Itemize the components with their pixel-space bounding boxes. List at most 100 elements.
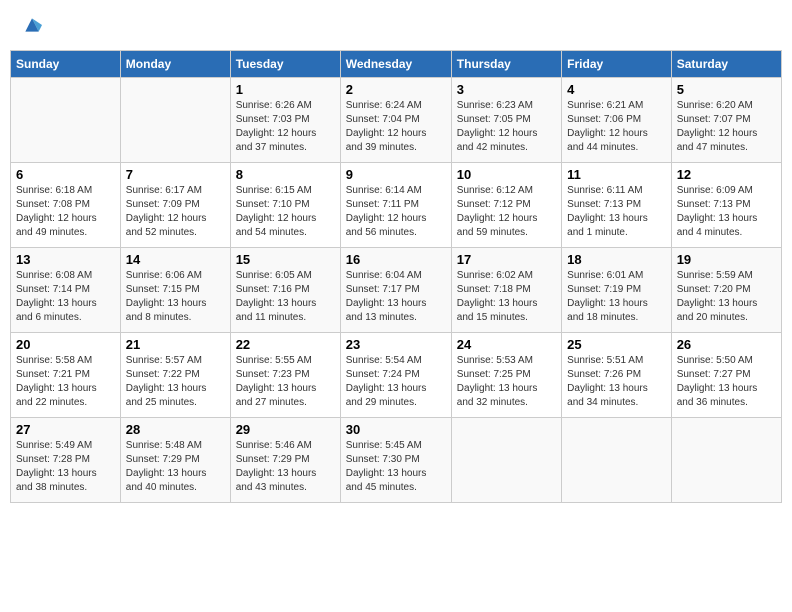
day-number: 21 (126, 337, 225, 352)
day-number: 29 (236, 422, 335, 437)
day-number: 12 (677, 167, 776, 182)
calendar-cell: 6 Sunrise: 6:18 AM Sunset: 7:08 PM Daylig… (11, 163, 121, 248)
day-info: Sunrise: 5:51 AM Sunset: 7:26 PM Dayligh… (567, 354, 666, 410)
calendar-cell: 2 Sunrise: 6:24 AM Sunset: 7:04 PM Daylig… (340, 78, 451, 163)
calendar-cell: 20 Sunrise: 5:58 AM Sunset: 7:21 PM Dayli… (11, 333, 121, 418)
day-info: Sunrise: 6:04 AM Sunset: 7:17 PM Dayligh… (346, 269, 446, 325)
calendar-cell: 15 Sunrise: 6:05 AM Sunset: 7:16 PM Dayli… (230, 248, 340, 333)
day-number: 16 (346, 252, 446, 267)
day-info: Sunrise: 6:06 AM Sunset: 7:15 PM Dayligh… (126, 269, 225, 325)
day-number: 3 (457, 82, 556, 97)
calendar-cell: 27 Sunrise: 5:49 AM Sunset: 7:28 PM Dayli… (11, 418, 121, 503)
calendar-cell: 23 Sunrise: 5:54 AM Sunset: 7:24 PM Dayli… (340, 333, 451, 418)
day-info: Sunrise: 5:53 AM Sunset: 7:25 PM Dayligh… (457, 354, 556, 410)
day-number: 25 (567, 337, 666, 352)
calendar-cell: 18 Sunrise: 6:01 AM Sunset: 7:19 PM Dayli… (562, 248, 672, 333)
day-number: 4 (567, 82, 666, 97)
day-info: Sunrise: 6:12 AM Sunset: 7:12 PM Dayligh… (457, 184, 556, 240)
calendar-cell: 24 Sunrise: 5:53 AM Sunset: 7:25 PM Dayli… (451, 333, 561, 418)
calendar-cell: 26 Sunrise: 5:50 AM Sunset: 7:27 PM Dayli… (671, 333, 781, 418)
day-info: Sunrise: 5:46 AM Sunset: 7:29 PM Dayligh… (236, 439, 335, 495)
day-number: 27 (16, 422, 115, 437)
day-info: Sunrise: 6:21 AM Sunset: 7:06 PM Dayligh… (567, 99, 666, 155)
calendar-cell (451, 418, 561, 503)
day-info: Sunrise: 6:02 AM Sunset: 7:18 PM Dayligh… (457, 269, 556, 325)
day-number: 15 (236, 252, 335, 267)
day-number: 13 (16, 252, 115, 267)
day-info: Sunrise: 6:05 AM Sunset: 7:16 PM Dayligh… (236, 269, 335, 325)
day-number: 5 (677, 82, 776, 97)
calendar-cell: 25 Sunrise: 5:51 AM Sunset: 7:26 PM Dayli… (562, 333, 672, 418)
day-info: Sunrise: 5:54 AM Sunset: 7:24 PM Dayligh… (346, 354, 446, 410)
day-number: 14 (126, 252, 225, 267)
calendar-cell: 8 Sunrise: 6:15 AM Sunset: 7:10 PM Daylig… (230, 163, 340, 248)
calendar-cell: 28 Sunrise: 5:48 AM Sunset: 7:29 PM Dayli… (120, 418, 230, 503)
day-number: 7 (126, 167, 225, 182)
day-info: Sunrise: 6:24 AM Sunset: 7:04 PM Dayligh… (346, 99, 446, 155)
day-number: 11 (567, 167, 666, 182)
day-number: 28 (126, 422, 225, 437)
calendar-cell: 1Sunrise: 6:26 AM Sunset: 7:03 PM Daylig… (230, 78, 340, 163)
day-number: 23 (346, 337, 446, 352)
day-info: Sunrise: 6:11 AM Sunset: 7:13 PM Dayligh… (567, 184, 666, 240)
weekday-header-sunday: Sunday (11, 51, 121, 78)
calendar-cell: 16 Sunrise: 6:04 AM Sunset: 7:17 PM Dayli… (340, 248, 451, 333)
day-number: 17 (457, 252, 556, 267)
calendar-cell: 11 Sunrise: 6:11 AM Sunset: 7:13 PM Dayli… (562, 163, 672, 248)
day-info: Sunrise: 5:49 AM Sunset: 7:28 PM Dayligh… (16, 439, 115, 495)
calendar-cell: 14 Sunrise: 6:06 AM Sunset: 7:15 PM Dayli… (120, 248, 230, 333)
day-number: 1 (236, 82, 335, 97)
day-number: 19 (677, 252, 776, 267)
calendar-cell: 13 Sunrise: 6:08 AM Sunset: 7:14 PM Dayli… (11, 248, 121, 333)
day-info: Sunrise: 5:58 AM Sunset: 7:21 PM Dayligh… (16, 354, 115, 410)
day-info: Sunrise: 5:50 AM Sunset: 7:27 PM Dayligh… (677, 354, 776, 410)
calendar-cell: 4 Sunrise: 6:21 AM Sunset: 7:06 PM Daylig… (562, 78, 672, 163)
calendar-cell: 30 Sunrise: 5:45 AM Sunset: 7:30 PM Dayli… (340, 418, 451, 503)
day-number: 20 (16, 337, 115, 352)
calendar-cell (671, 418, 781, 503)
logo (20, 15, 42, 35)
calendar-cell: 29 Sunrise: 5:46 AM Sunset: 7:29 PM Dayli… (230, 418, 340, 503)
page-header (10, 10, 782, 40)
calendar-cell: 22 Sunrise: 5:55 AM Sunset: 7:23 PM Dayli… (230, 333, 340, 418)
logo-icon (22, 15, 42, 35)
weekday-header-tuesday: Tuesday (230, 51, 340, 78)
day-number: 26 (677, 337, 776, 352)
day-info: Sunrise: 5:59 AM Sunset: 7:20 PM Dayligh… (677, 269, 776, 325)
calendar-cell: 10 Sunrise: 6:12 AM Sunset: 7:12 PM Dayli… (451, 163, 561, 248)
day-info: Sunrise: 5:45 AM Sunset: 7:30 PM Dayligh… (346, 439, 446, 495)
day-info: Sunrise: 6:15 AM Sunset: 7:10 PM Dayligh… (236, 184, 335, 240)
calendar-cell: 17 Sunrise: 6:02 AM Sunset: 7:18 PM Dayli… (451, 248, 561, 333)
day-number: 2 (346, 82, 446, 97)
calendar-cell (562, 418, 672, 503)
weekday-header-thursday: Thursday (451, 51, 561, 78)
day-number: 18 (567, 252, 666, 267)
calendar-cell: 21 Sunrise: 5:57 AM Sunset: 7:22 PM Dayli… (120, 333, 230, 418)
day-info: Sunrise: 6:01 AM Sunset: 7:19 PM Dayligh… (567, 269, 666, 325)
day-number: 8 (236, 167, 335, 182)
day-info: Sunrise: 6:18 AM Sunset: 7:08 PM Dayligh… (16, 184, 115, 240)
day-info: Sunrise: 6:14 AM Sunset: 7:11 PM Dayligh… (346, 184, 446, 240)
day-info: Sunrise: 6:08 AM Sunset: 7:14 PM Dayligh… (16, 269, 115, 325)
day-number: 22 (236, 337, 335, 352)
weekday-header-saturday: Saturday (671, 51, 781, 78)
day-info: Sunrise: 6:17 AM Sunset: 7:09 PM Dayligh… (126, 184, 225, 240)
day-info: Sunrise: 5:57 AM Sunset: 7:22 PM Dayligh… (126, 354, 225, 410)
day-number: 30 (346, 422, 446, 437)
calendar-cell: 9 Sunrise: 6:14 AM Sunset: 7:11 PM Daylig… (340, 163, 451, 248)
weekday-header-wednesday: Wednesday (340, 51, 451, 78)
calendar-cell: 7 Sunrise: 6:17 AM Sunset: 7:09 PM Daylig… (120, 163, 230, 248)
day-info: Sunrise: 6:23 AM Sunset: 7:05 PM Dayligh… (457, 99, 556, 155)
calendar-cell (11, 78, 121, 163)
day-info: Sunrise: 5:55 AM Sunset: 7:23 PM Dayligh… (236, 354, 335, 410)
day-info: Sunrise: 5:48 AM Sunset: 7:29 PM Dayligh… (126, 439, 225, 495)
day-number: 24 (457, 337, 556, 352)
day-number: 10 (457, 167, 556, 182)
calendar-table: SundayMondayTuesdayWednesdayThursdayFrid… (10, 50, 782, 503)
day-info: Sunrise: 6:09 AM Sunset: 7:13 PM Dayligh… (677, 184, 776, 240)
calendar-cell: 3 Sunrise: 6:23 AM Sunset: 7:05 PM Daylig… (451, 78, 561, 163)
day-number: 9 (346, 167, 446, 182)
weekday-header-monday: Monday (120, 51, 230, 78)
calendar-cell: 12 Sunrise: 6:09 AM Sunset: 7:13 PM Dayli… (671, 163, 781, 248)
day-number: 6 (16, 167, 115, 182)
